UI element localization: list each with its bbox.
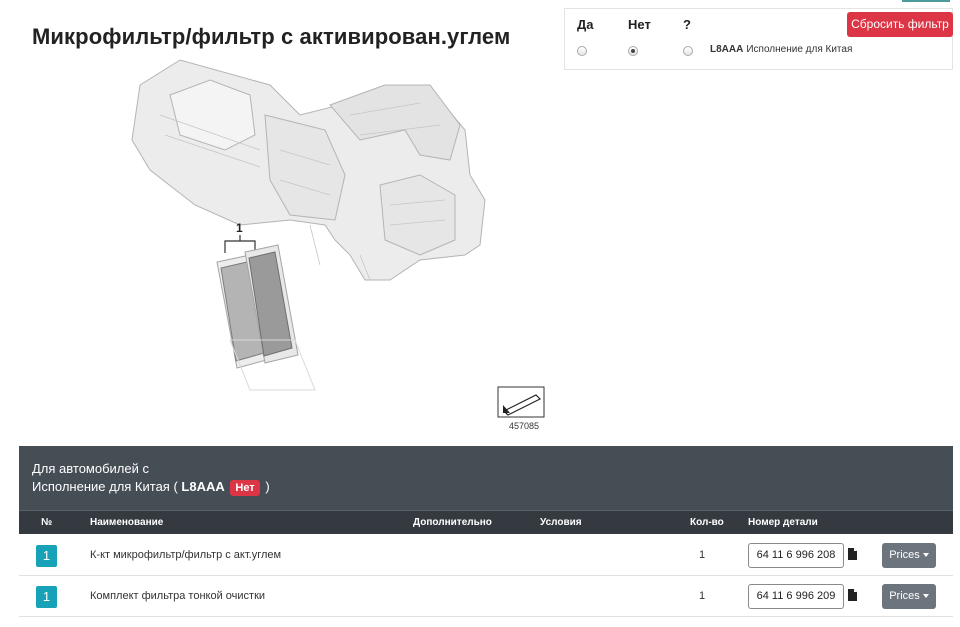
position-badge[interactable]: 1	[36, 586, 57, 608]
prices-button[interactable]: Prices	[882, 543, 936, 568]
filter-col-unknown: ?	[683, 17, 691, 32]
part-name: Комплект фильтра тонкой очистки	[90, 590, 266, 602]
top-accent-bar	[902, 0, 950, 2]
part-qty: 1	[699, 549, 706, 561]
col-qty: Кол-во	[690, 517, 724, 528]
caret-down-icon	[922, 594, 929, 599]
col-num: №	[41, 517, 53, 528]
prices-label: Prices	[889, 549, 920, 561]
page-title: Микрофильтр/фильтр с активирован.углем	[32, 24, 511, 49]
banner-suffix: )	[265, 479, 270, 494]
banner-line1: Для автомобилей с	[32, 461, 149, 476]
applicability-banner: Для автомобилей с Исполнение для Китая (…	[19, 446, 953, 510]
banner-line2: Исполнение для Китая ( L8AAA Нет )	[32, 478, 940, 496]
diagram-callout-1: 1	[236, 221, 243, 235]
table-row: 1 Комплект фильтра тонкой очистки 1 64 1…	[19, 576, 953, 617]
filter-col-no: Нет	[628, 17, 651, 32]
parts-diagram	[131, 59, 545, 418]
radio-unknown[interactable]	[683, 46, 693, 56]
reset-filter-button[interactable]: Сбросить фильтр	[847, 12, 953, 37]
filter-option-label: Исполнение для Китая	[746, 44, 853, 55]
part-number-field[interactable]: 64 11 6 996 209	[748, 584, 844, 609]
prices-button[interactable]: Prices	[882, 584, 936, 609]
radio-yes[interactable]	[577, 46, 587, 56]
col-part-number: Номер детали	[748, 517, 818, 528]
part-name: К-кт микрофильтр/фильтр с акт.углем	[90, 549, 282, 561]
col-name: Наименование	[90, 517, 164, 528]
part-number-field[interactable]: 64 11 6 996 208	[748, 543, 844, 568]
prices-label: Prices	[889, 590, 920, 602]
document-icon[interactable]	[848, 589, 857, 601]
position-badge[interactable]: 1	[36, 545, 57, 567]
col-extra: Дополнительно	[413, 517, 492, 528]
col-conditions: Условия	[540, 517, 582, 528]
radio-no[interactable]	[628, 46, 638, 56]
table-row: 1 К-кт микрофильтр/фильтр с акт.углем 1 …	[19, 535, 953, 576]
filter-option-code: L8AAA	[710, 44, 744, 55]
caret-down-icon	[922, 553, 929, 558]
filter-option: L8AAA Исполнение для Китая	[710, 44, 852, 55]
banner-prefix: Исполнение для Китая (	[32, 479, 178, 494]
status-badge: Нет	[230, 480, 260, 496]
diagram-image-number: 457085	[509, 421, 540, 431]
table-header: № Наименование Дополнительно Условия Кол…	[19, 510, 953, 534]
banner-code: L8AAA	[181, 479, 225, 494]
part-qty: 1	[699, 590, 706, 602]
document-icon[interactable]	[848, 548, 857, 560]
filter-col-yes: Да	[577, 17, 594, 32]
filter-panel: Да Нет ? Сбросить фильтр L8AAA Исполнение…	[564, 8, 953, 70]
